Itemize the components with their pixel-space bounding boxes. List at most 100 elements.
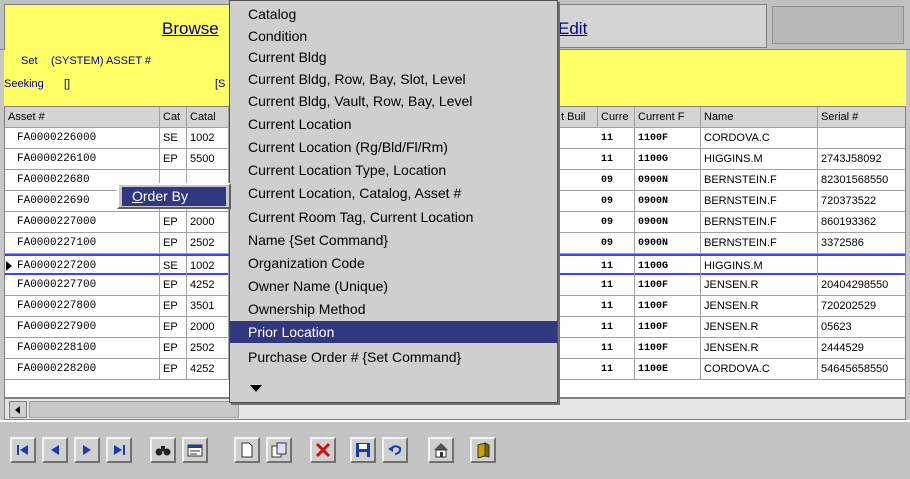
serial-cell[interactable]: 82301568550 bbox=[818, 170, 905, 191]
category-cell[interactable]: EP bbox=[160, 149, 187, 170]
current-cell[interactable]: 11 bbox=[598, 338, 635, 359]
current-room-cell[interactable]: 1100G bbox=[635, 149, 701, 170]
category-cell[interactable]: SE bbox=[160, 256, 187, 277]
menu-item[interactable]: Ownership Method bbox=[230, 298, 557, 320]
catalog-cell[interactable]: 3501 bbox=[187, 296, 229, 317]
serial-cell[interactable]: 54645658550 bbox=[818, 359, 905, 380]
current-cell[interactable]: 11 bbox=[598, 359, 635, 380]
home-button[interactable] bbox=[428, 437, 454, 463]
current-cell[interactable]: 09 bbox=[598, 233, 635, 254]
catalog-cell[interactable]: 2502 bbox=[187, 233, 229, 254]
name-cell[interactable]: CORDOVA.C bbox=[701, 128, 818, 149]
menu-item[interactable]: Prior Location bbox=[230, 321, 557, 343]
menu-scroll-down-icon[interactable] bbox=[250, 385, 262, 392]
order-by-menu-item[interactable]: Order By bbox=[122, 187, 226, 206]
name-cell[interactable]: HIGGINS.M bbox=[701, 149, 818, 170]
asset-cell[interactable]: FA0000228200 bbox=[5, 359, 160, 380]
column-header-category[interactable]: Cat bbox=[160, 107, 187, 128]
serial-cell[interactable]: 720202529 bbox=[818, 296, 905, 317]
current-room-cell[interactable]: 1100F bbox=[635, 296, 701, 317]
name-cell[interactable]: JENSEN.R bbox=[701, 317, 818, 338]
serial-cell[interactable]: 05623 bbox=[818, 317, 905, 338]
serial-cell[interactable]: 860193362 bbox=[818, 212, 905, 233]
first-record-button[interactable] bbox=[10, 437, 36, 463]
asset-cell[interactable]: FA0000227900 bbox=[5, 317, 160, 338]
column-header-serial[interactable]: Serial # bbox=[818, 107, 905, 128]
tab-edit[interactable]: Edit bbox=[545, 4, 767, 48]
current-room-cell[interactable]: 0900N bbox=[635, 170, 701, 191]
category-cell[interactable]: SE bbox=[160, 128, 187, 149]
current-cell[interactable]: 11 bbox=[598, 317, 635, 338]
save-button[interactable] bbox=[350, 437, 376, 463]
column-header-current-room[interactable]: Current F bbox=[635, 107, 701, 128]
menu-item[interactable]: Purchase Order # {Set Command} bbox=[230, 346, 557, 368]
current-room-cell[interactable]: 1100F bbox=[635, 317, 701, 338]
name-cell[interactable]: BERNSTEIN.F bbox=[701, 233, 818, 254]
previous-record-button[interactable] bbox=[42, 437, 68, 463]
tab-browse[interactable]: Browse bbox=[4, 4, 262, 50]
book-button[interactable] bbox=[470, 437, 496, 463]
category-cell[interactable]: EP bbox=[160, 317, 187, 338]
asset-cell[interactable]: FA0000227000 bbox=[5, 212, 160, 233]
asset-cell[interactable]: FA0000227100 bbox=[5, 233, 160, 254]
menu-item[interactable]: Current Bldg bbox=[230, 46, 557, 68]
order-by-popup[interactable]: Order By bbox=[117, 183, 231, 209]
current-cell[interactable]: 09 bbox=[598, 212, 635, 233]
name-cell[interactable]: JENSEN.R bbox=[701, 296, 818, 317]
column-header-name[interactable]: Name bbox=[701, 107, 818, 128]
catalog-cell[interactable]: 4252 bbox=[187, 359, 229, 380]
asset-cell[interactable]: FA0000226000 bbox=[5, 128, 160, 149]
category-cell[interactable]: EP bbox=[160, 296, 187, 317]
menu-item[interactable]: Catalog bbox=[230, 3, 557, 25]
new-record-button[interactable] bbox=[234, 437, 260, 463]
delete-button[interactable] bbox=[310, 437, 336, 463]
category-cell[interactable]: EP bbox=[160, 275, 187, 296]
menu-item[interactable]: Current Bldg, Row, Bay, Slot, Level bbox=[230, 68, 557, 90]
form-view-button[interactable] bbox=[182, 437, 208, 463]
current-room-cell[interactable]: 1100F bbox=[635, 338, 701, 359]
serial-cell[interactable]: 720373522 bbox=[818, 191, 905, 212]
asset-cell[interactable]: FA0000228100 bbox=[5, 338, 160, 359]
category-cell[interactable]: EP bbox=[160, 338, 187, 359]
serial-cell[interactable]: 20404298550 bbox=[818, 275, 905, 296]
name-cell[interactable]: BERNSTEIN.F bbox=[701, 170, 818, 191]
current-room-cell[interactable]: 1100F bbox=[635, 128, 701, 149]
catalog-cell[interactable]: 2000 bbox=[187, 317, 229, 338]
next-record-button[interactable] bbox=[74, 437, 100, 463]
menu-item[interactable]: Current Bldg, Vault, Row, Bay, Level bbox=[230, 90, 557, 112]
menu-item[interactable]: Organization Code bbox=[230, 252, 557, 274]
column-header-asset[interactable]: Asset # bbox=[5, 107, 160, 128]
column-header-building[interactable]: t Buil bbox=[558, 107, 598, 128]
current-room-cell[interactable]: 1100E bbox=[635, 359, 701, 380]
catalog-cell[interactable]: 1002 bbox=[187, 256, 229, 277]
name-cell[interactable]: BERNSTEIN.F bbox=[701, 212, 818, 233]
current-room-cell[interactable]: 0900N bbox=[635, 212, 701, 233]
asset-cell[interactable]: FA0000227700 bbox=[5, 275, 160, 296]
asset-cell[interactable]: FA0000227800 bbox=[5, 296, 160, 317]
current-room-cell[interactable]: 1100G bbox=[635, 256, 701, 277]
menu-item[interactable]: Current Location, Catalog, Asset # bbox=[230, 182, 557, 204]
find-button[interactable] bbox=[150, 437, 176, 463]
name-cell[interactable]: CORDOVA.C bbox=[701, 359, 818, 380]
scroll-left-button[interactable] bbox=[9, 401, 27, 418]
category-cell[interactable]: EP bbox=[160, 233, 187, 254]
current-cell[interactable]: 11 bbox=[598, 275, 635, 296]
current-cell[interactable]: 11 bbox=[598, 128, 635, 149]
serial-cell[interactable]: 2444529 bbox=[818, 338, 905, 359]
menu-item[interactable]: Condition bbox=[230, 25, 557, 47]
current-cell[interactable]: 09 bbox=[598, 191, 635, 212]
menu-item[interactable]: Current Location bbox=[230, 113, 557, 135]
serial-cell[interactable]: 2743J58092 bbox=[818, 149, 905, 170]
name-cell[interactable]: JENSEN.R bbox=[701, 275, 818, 296]
category-cell[interactable]: EP bbox=[160, 212, 187, 233]
asset-cell[interactable]: FA0000226100 bbox=[5, 149, 160, 170]
name-cell[interactable]: HIGGINS.M bbox=[701, 256, 818, 277]
catalog-cell[interactable]: 2000 bbox=[187, 212, 229, 233]
category-cell[interactable]: EP bbox=[160, 359, 187, 380]
current-cell[interactable]: 11 bbox=[598, 149, 635, 170]
scroll-thumb[interactable] bbox=[29, 401, 239, 418]
serial-cell[interactable]: 3372586 bbox=[818, 233, 905, 254]
name-cell[interactable]: BERNSTEIN.F bbox=[701, 191, 818, 212]
asset-cell[interactable]: FA0000227200 bbox=[5, 256, 160, 277]
order-by-dropdown-menu[interactable]: Catalog Condition Current Bldg Current Bldg… bbox=[229, 0, 558, 403]
